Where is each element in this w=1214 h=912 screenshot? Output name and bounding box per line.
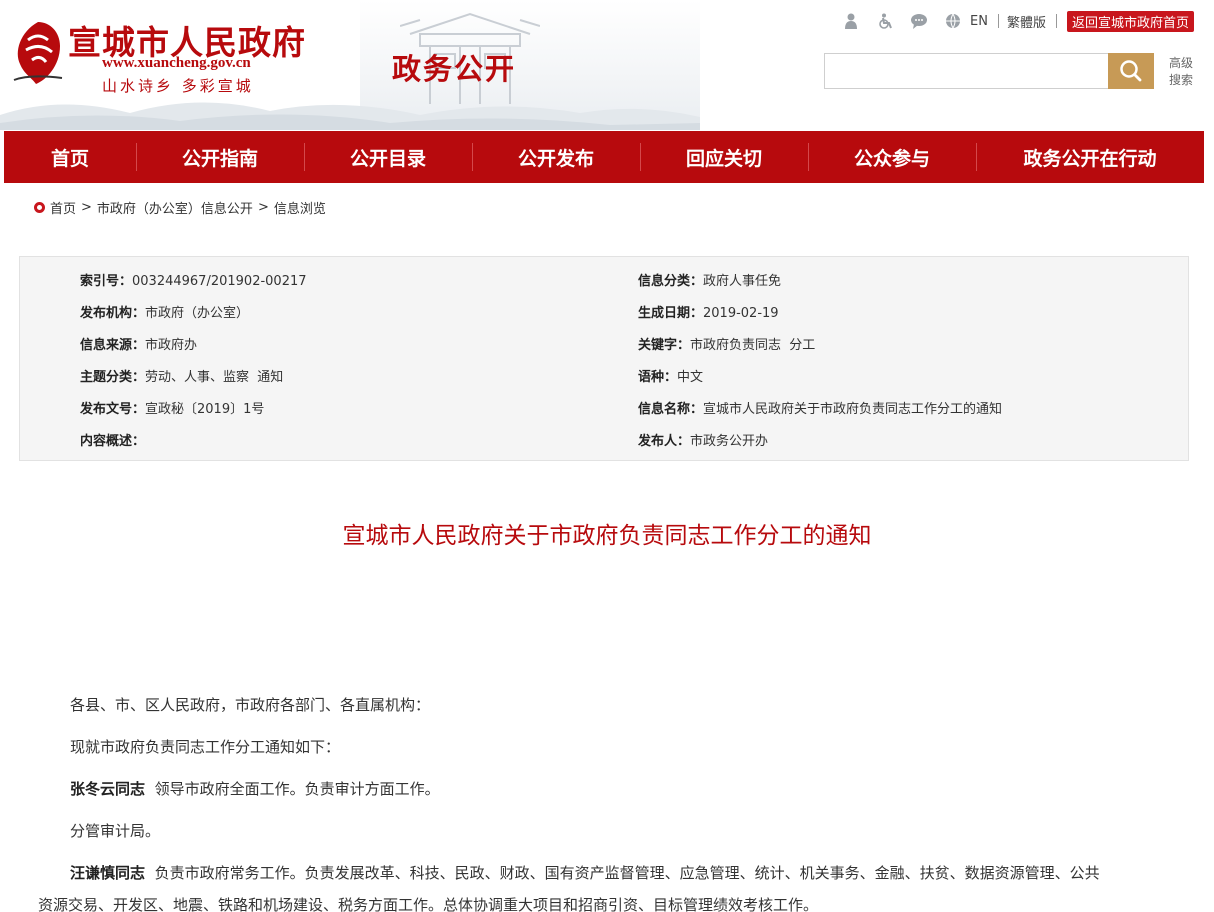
meta-issuer: 发布人：市政务公开办 xyxy=(638,434,769,449)
meta-docno: 发布文号：宣政秘〔2019〕1号 xyxy=(80,402,265,417)
section-title: 政务公开 xyxy=(392,52,517,86)
paragraph-zhang: 张冬云同志 领导市政府全面工作。负责审计方面工作。 xyxy=(70,780,440,798)
meta-info-name: 信息名称：宣城市人民政府关于市政府负责同志工作分工的通知 xyxy=(638,402,1003,417)
user-icon[interactable] xyxy=(842,12,860,30)
site-header: 宣城市人民政府 www.xuancheng.gov.cn 山水诗乡 多彩宣城 政… xyxy=(0,0,1214,130)
meta-keywords: 关键字：市政府负责同志 分工 xyxy=(638,338,816,353)
main-nav: 首页 公开指南 公开目录 公开发布 回应关切 公众参与 政务公开在行动 xyxy=(4,131,1204,183)
site-slogan: 山水诗乡 多彩宣城 xyxy=(102,77,254,95)
paragraph-wang-cont: 资源交易、开发区、地震、铁路和机场建设、税务方面工作。总体协调重大项目和招商引资… xyxy=(38,896,819,912)
top-toolbar: EN 繁體版 返回宣城市政府首页 xyxy=(826,10,1194,32)
breadcrumb: 首页 > 市政府（办公室）信息公开 > 信息浏览 xyxy=(34,198,326,217)
official-name: 汪谦慎同志 xyxy=(70,864,146,882)
paragraph-zhang-dept: 分管审计局。 xyxy=(70,822,161,840)
nav-item-guide[interactable]: 公开指南 xyxy=(136,131,304,183)
article-title: 宣城市人民政府关于市政府负责同志工作分工的通知 xyxy=(342,523,872,549)
breadcrumb-home-link[interactable]: 首页 xyxy=(50,198,76,217)
meta-index: 索引号：003244967/201902-00217 xyxy=(80,274,307,289)
advanced-search-link[interactable]: 高级搜索 xyxy=(1166,55,1196,89)
breadcrumb-level1-link[interactable]: 市政府（办公室）信息公开 xyxy=(97,198,253,217)
search-button[interactable] xyxy=(1108,53,1154,89)
paragraph-wang: 汪谦慎同志 负责市政府常务工作。负责发展改革、科技、民政、财政、国有资产监督管理… xyxy=(70,864,1100,882)
meta-category: 信息分类：政府人事任免 xyxy=(638,274,782,289)
search-icon xyxy=(1120,60,1142,82)
globe-icon[interactable] xyxy=(944,12,962,30)
nav-item-in-action[interactable]: 政务公开在行动 xyxy=(976,131,1204,183)
nav-item-home[interactable]: 首页 xyxy=(4,131,136,183)
breadcrumb-separator: > xyxy=(81,200,92,215)
breadcrumb-current: 信息浏览 xyxy=(273,202,326,217)
chat-icon[interactable] xyxy=(910,12,928,30)
site-url: www.xuancheng.gov.cn xyxy=(102,55,251,71)
accessibility-icon[interactable] xyxy=(876,12,894,30)
nav-item-catalog[interactable]: 公开目录 xyxy=(304,131,472,183)
toolbar-divider xyxy=(997,14,999,28)
official-name: 张冬云同志 xyxy=(70,780,146,798)
language-en-link[interactable]: EN xyxy=(970,14,988,29)
breadcrumb-separator: > xyxy=(257,200,269,215)
meta-date: 生成日期：2019-02-19 xyxy=(638,306,779,321)
return-home-button[interactable]: 返回宣城市政府首页 xyxy=(1066,10,1194,32)
meta-publisher: 发布机构：市政府（办公室） xyxy=(80,306,250,321)
paragraph-intro: 现就市政府负责同志工作分工通知如下： xyxy=(70,738,341,756)
nav-item-release[interactable]: 公开发布 xyxy=(472,131,640,183)
search-input[interactable] xyxy=(824,53,1110,89)
meta-source: 信息来源：市政府办 xyxy=(80,338,198,353)
location-pin-icon xyxy=(34,202,45,213)
meta-summary: 内容概述： xyxy=(80,434,146,449)
nav-item-response[interactable]: 回应关切 xyxy=(640,131,808,183)
toolbar-divider xyxy=(1055,14,1057,28)
meta-language: 语种：中文 xyxy=(638,370,704,385)
nav-item-participation[interactable]: 公众参与 xyxy=(808,131,976,183)
city-logo-icon xyxy=(13,22,63,84)
traditional-chinese-link[interactable]: 繁體版 xyxy=(1007,12,1046,31)
paragraph-addressee: 各县、市、区人民政府，市政府各部门、各直属机构： xyxy=(70,696,431,714)
meta-topic: 主题分类：劳动、人事、监察 通知 xyxy=(80,370,284,385)
